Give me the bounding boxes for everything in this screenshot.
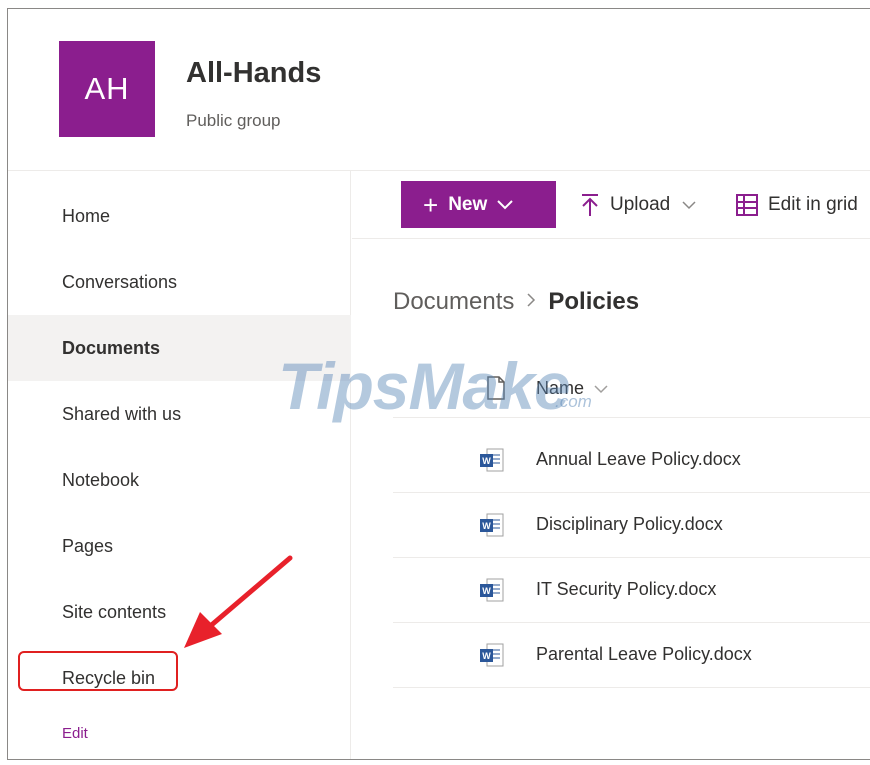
nav-item-home[interactable]: Home — [8, 183, 351, 249]
nav-item-notebook[interactable]: Notebook — [8, 447, 351, 513]
plus-icon: + — [423, 189, 439, 220]
chevron-down-icon — [682, 194, 696, 216]
nav-edit-link[interactable]: Edit — [62, 725, 88, 742]
command-bar: + New Upload Edit in grid — [352, 171, 870, 239]
chevron-right-icon — [526, 291, 536, 314]
site-header: AH All-Hands Public group — [8, 9, 870, 171]
file-row[interactable]: W Annual Leave Policy.docx — [393, 428, 870, 493]
upload-button[interactable]: Upload — [580, 181, 696, 228]
nav-item-conversations[interactable]: Conversations — [8, 249, 351, 315]
nav-item-label: Conversations — [62, 271, 178, 292]
breadcrumb-documents[interactable]: Documents — [393, 288, 514, 316]
word-doc-icon: W — [479, 577, 505, 608]
file-row[interactable]: W IT Security Policy.docx — [393, 558, 870, 623]
breadcrumb: Documents Policies — [393, 288, 639, 316]
watermark-suffix: .com — [555, 392, 592, 411]
nav-item-label: Pages — [62, 535, 114, 556]
site-subtitle: Public group — [186, 111, 281, 130]
nav-item-label: Notebook — [62, 469, 140, 490]
svg-text:W: W — [482, 586, 491, 596]
watermark-text: TipsMake — [278, 349, 571, 423]
chevron-down-icon — [594, 378, 608, 399]
chevron-down-icon — [497, 194, 513, 216]
file-name[interactable]: Parental Leave Policy.docx — [536, 644, 752, 665]
edit-in-grid-label: Edit in grid — [768, 193, 858, 215]
edit-in-grid-button[interactable]: Edit in grid — [736, 181, 858, 228]
site-title[interactable]: All-Hands — [186, 57, 321, 90]
file-name[interactable]: Disciplinary Policy.docx — [536, 514, 723, 535]
file-row[interactable]: W Disciplinary Policy.docx — [393, 493, 870, 558]
nav-item-label: Documents — [62, 337, 161, 358]
upload-button-label: Upload — [610, 193, 671, 215]
upload-icon — [580, 193, 600, 217]
svg-text:W: W — [482, 651, 491, 661]
svg-text:W: W — [482, 456, 491, 466]
new-button[interactable]: + New — [401, 181, 556, 228]
nav-item-label: Shared with us — [62, 403, 182, 424]
site-logo[interactable]: AH — [59, 41, 155, 137]
svg-text:W: W — [482, 521, 491, 531]
file-name[interactable]: Annual Leave Policy.docx — [536, 449, 741, 470]
breadcrumb-policies: Policies — [548, 288, 640, 315]
annotation-arrow-icon — [184, 555, 293, 648]
word-doc-icon: W — [479, 512, 505, 543]
word-doc-icon: W — [479, 642, 505, 673]
word-doc-icon: W — [479, 447, 505, 478]
nav-item-label: Home — [62, 205, 111, 226]
grid-view-icon — [736, 193, 758, 216]
new-button-label: New — [448, 193, 488, 215]
file-row[interactable]: W Parental Leave Policy.docx — [393, 623, 870, 688]
file-name[interactable]: IT Security Policy.docx — [536, 579, 716, 600]
left-navigation: Home Conversations Documents Shared with… — [8, 171, 351, 759]
nav-item-label: Site contents — [62, 601, 167, 622]
recycle-bin-highlight-box — [18, 651, 178, 691]
